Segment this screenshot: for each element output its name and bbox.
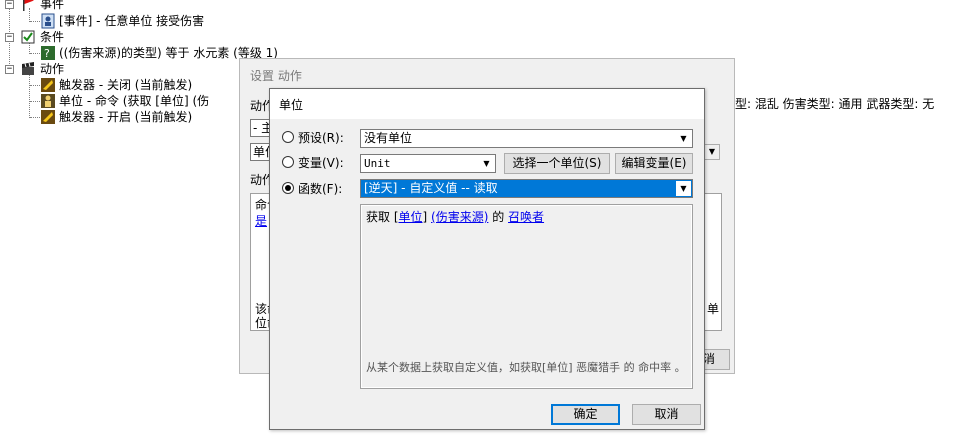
preset-label: 预设(R): <box>298 131 344 145</box>
svg-text:?: ? <box>44 47 50 60</box>
chevron-down-icon[interactable]: ▼ <box>704 144 720 160</box>
function-description: 从某个数据上获取自定义值，如获取[单位] 恶魔猎手 的 命中率 。 <box>366 361 686 374</box>
chevron-down-icon[interactable]: ▼ <box>479 156 494 171</box>
expression-mid: 的 <box>488 210 509 224</box>
chevron-down-icon[interactable]: ▼ <box>676 131 691 146</box>
select-unit-button[interactable]: 选择一个单位(S) <box>504 153 610 174</box>
preset-value: 没有单位 <box>364 131 413 145</box>
expression-prefix: 获取 [ <box>366 210 399 224</box>
tree-action-header[interactable]: − 动作 <box>0 61 200 77</box>
function-label: 函数(F): <box>298 182 343 196</box>
function-combo[interactable]: [逆天] - 自定义值 -- 读取 ▼ <box>360 179 693 198</box>
collapse-icon[interactable]: − <box>5 65 14 74</box>
set-action-title: 设置 动作 <box>250 69 302 83</box>
variable-combo[interactable]: Unit ▼ <box>360 154 496 173</box>
action-clapper-icon <box>20 61 36 77</box>
trigger-action-icon <box>40 109 56 125</box>
expression-panel: 获取 [单位] (伤害来源) 的 召唤者 从某个数据上获取自定义值，如获取[单位… <box>360 204 693 389</box>
dialog-title: 单位 <box>279 98 304 112</box>
expression-link-summoner[interactable]: 召唤者 <box>508 210 544 224</box>
function-value: [逆天] - 自定义值 -- 读取 <box>364 181 498 195</box>
collapse-icon[interactable]: − <box>5 33 14 42</box>
tree-action-item-label: 触发器 - 关闭 (当前触发) <box>59 78 193 92</box>
tree-condition-label: 条件 <box>40 30 65 44</box>
tree-event-item-label: [事件] - 任意单位 接受伤害 <box>59 14 205 28</box>
condition-icon <box>20 29 36 45</box>
tree-event-item[interactable]: [事件] - 任意单位 接受伤害 <box>0 13 240 29</box>
cancel-button[interactable]: 取消 <box>632 404 701 425</box>
variable-value: Unit <box>364 157 391 170</box>
tree-action-item-label: 触发器 - 开启 (当前触发) <box>59 110 193 124</box>
expression-link-source[interactable]: (伤害来源) <box>431 210 488 224</box>
expression-text: 获取 [单位] (伤害来源) 的 召唤者 <box>366 208 544 225</box>
expression-sep: ] <box>422 210 432 224</box>
preset-radio[interactable] <box>282 131 294 143</box>
unit-dialog: 单位 预设(R): 没有单位 ▼ 变量(V): Unit ▼ 选择一个单位(S)… <box>269 88 705 430</box>
dialog-title-bar: 单位 <box>270 89 704 119</box>
collapse-icon[interactable]: − <box>5 0 14 9</box>
tree-event-label: 事件 <box>40 0 65 11</box>
ok-button[interactable]: 确定 <box>551 404 620 425</box>
condition-item-icon: ? <box>40 45 56 61</box>
tree-event-header[interactable]: − 事件 <box>0 0 200 12</box>
action-desc-text-right: 单 <box>707 302 720 316</box>
variable-label: 变量(V): <box>298 156 344 170</box>
unit-action-icon <box>40 93 56 109</box>
tree-action-item[interactable]: 触发器 - 关闭 (当前触发) <box>0 77 240 93</box>
trigger-action-icon <box>40 77 56 93</box>
expression-link-unit[interactable]: 单位 <box>399 210 423 224</box>
variable-radio[interactable] <box>282 156 294 168</box>
event-unit-icon <box>40 13 56 29</box>
tree-condition-header[interactable]: − 条件 <box>0 29 200 45</box>
function-radio[interactable] <box>282 182 294 194</box>
tree-action-item-label: 单位 - 命令 (获取 [单位] (伤 <box>59 94 210 108</box>
chevron-down-icon[interactable]: ▼ <box>676 181 691 196</box>
tree-action-item-overflow: 型: 混乱 伤害类型: 通用 武器类型: 无 <box>735 97 935 111</box>
edit-variable-button[interactable]: 编辑变量(E) <box>615 153 693 174</box>
preset-combo[interactable]: 没有单位 ▼ <box>360 129 693 148</box>
tree-action-item[interactable]: 单位 - 命令 (获取 [单位] (伤 <box>0 93 240 109</box>
action-text-link[interactable]: 是 <box>255 212 267 229</box>
tree-action-label: 动作 <box>40 62 65 76</box>
event-flag-icon <box>20 0 36 12</box>
tree-action-item[interactable]: 触发器 - 开启 (当前触发) <box>0 109 240 125</box>
